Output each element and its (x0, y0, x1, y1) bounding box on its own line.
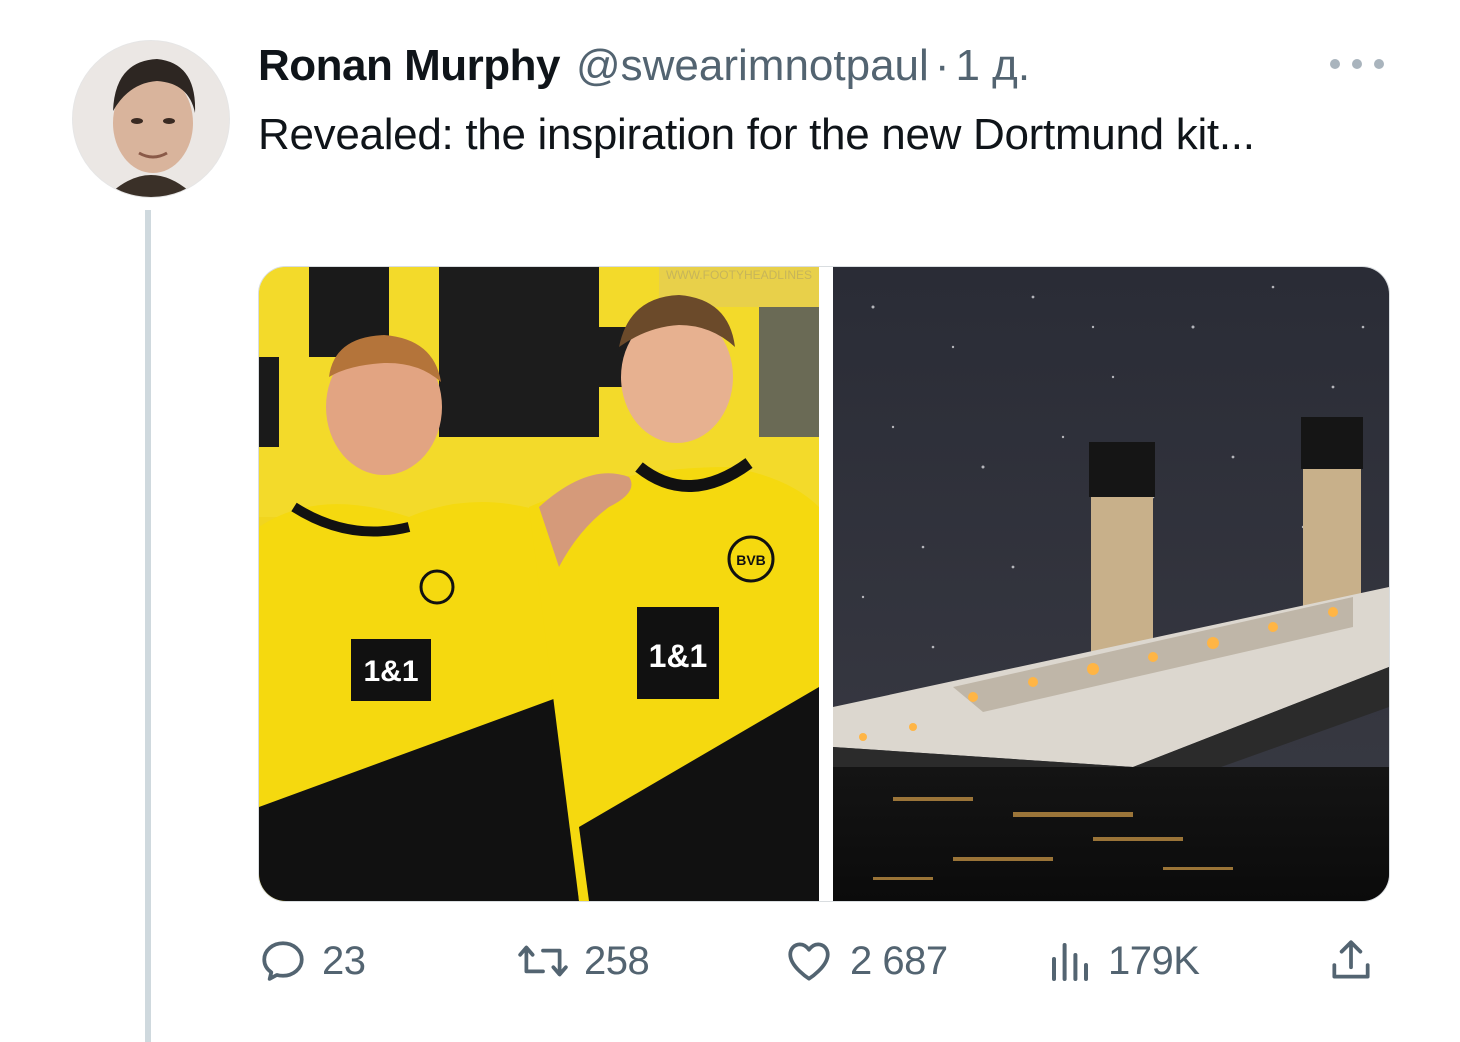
more-dot (1352, 59, 1362, 69)
tweet-text: Revealed: the inspiration for the new Do… (258, 110, 1255, 159)
reply-icon (262, 941, 304, 981)
tweet-time[interactable]: 1 д. (955, 41, 1030, 91)
separator-dot: · (934, 41, 950, 90)
titanic-image (833, 267, 1389, 901)
author-avatar[interactable] (72, 40, 230, 198)
author-handle[interactable]: @swearimnotpaul (576, 41, 929, 91)
author-name[interactable]: Ronan Murphy (258, 41, 560, 91)
more-dot (1374, 59, 1384, 69)
views-chart-icon (1052, 943, 1088, 981)
repost-count: 258 (584, 938, 650, 983)
share-button[interactable] (1326, 930, 1376, 992)
reply-button[interactable]: 23 (258, 930, 366, 992)
tweet-action-bar: 23 258 2 687 179K (258, 930, 1388, 992)
heart-icon (788, 942, 830, 981)
bvb-crest: BVB (736, 552, 766, 568)
sponsor-logo-1: 1&1 (363, 655, 418, 688)
avatar-photo (73, 41, 229, 197)
media-photo-players[interactable]: 1&1 1&1 BVB WWW.FOOTYHEADLINES (259, 267, 819, 901)
sponsor-logo-2: 1&1 (649, 638, 708, 674)
tweet-header: Ronan Murphy @swearimnotpaul · 1 д. (258, 36, 1030, 96)
players-image: 1&1 1&1 BVB WWW.FOOTYHEADLINES (259, 267, 819, 901)
media-gap (819, 267, 833, 901)
repost-icon (518, 945, 568, 977)
media-photo-titanic[interactable] (833, 267, 1389, 901)
like-button[interactable]: 2 687 (782, 930, 948, 992)
views-button[interactable]: 179K (1046, 930, 1200, 992)
tweet-media: 1&1 1&1 BVB WWW.FOOTYHEADLINES (258, 266, 1390, 902)
image-watermark: WWW.FOOTYHEADLINES (666, 268, 812, 282)
views-count: 179K (1108, 938, 1200, 983)
repost-button[interactable]: 258 (516, 930, 650, 992)
thread-line (145, 210, 151, 1042)
share-icon (1332, 940, 1370, 979)
like-count: 2 687 (850, 938, 948, 983)
more-options-icon[interactable] (1330, 48, 1384, 80)
more-dot (1330, 59, 1340, 69)
reply-count: 23 (322, 938, 366, 983)
